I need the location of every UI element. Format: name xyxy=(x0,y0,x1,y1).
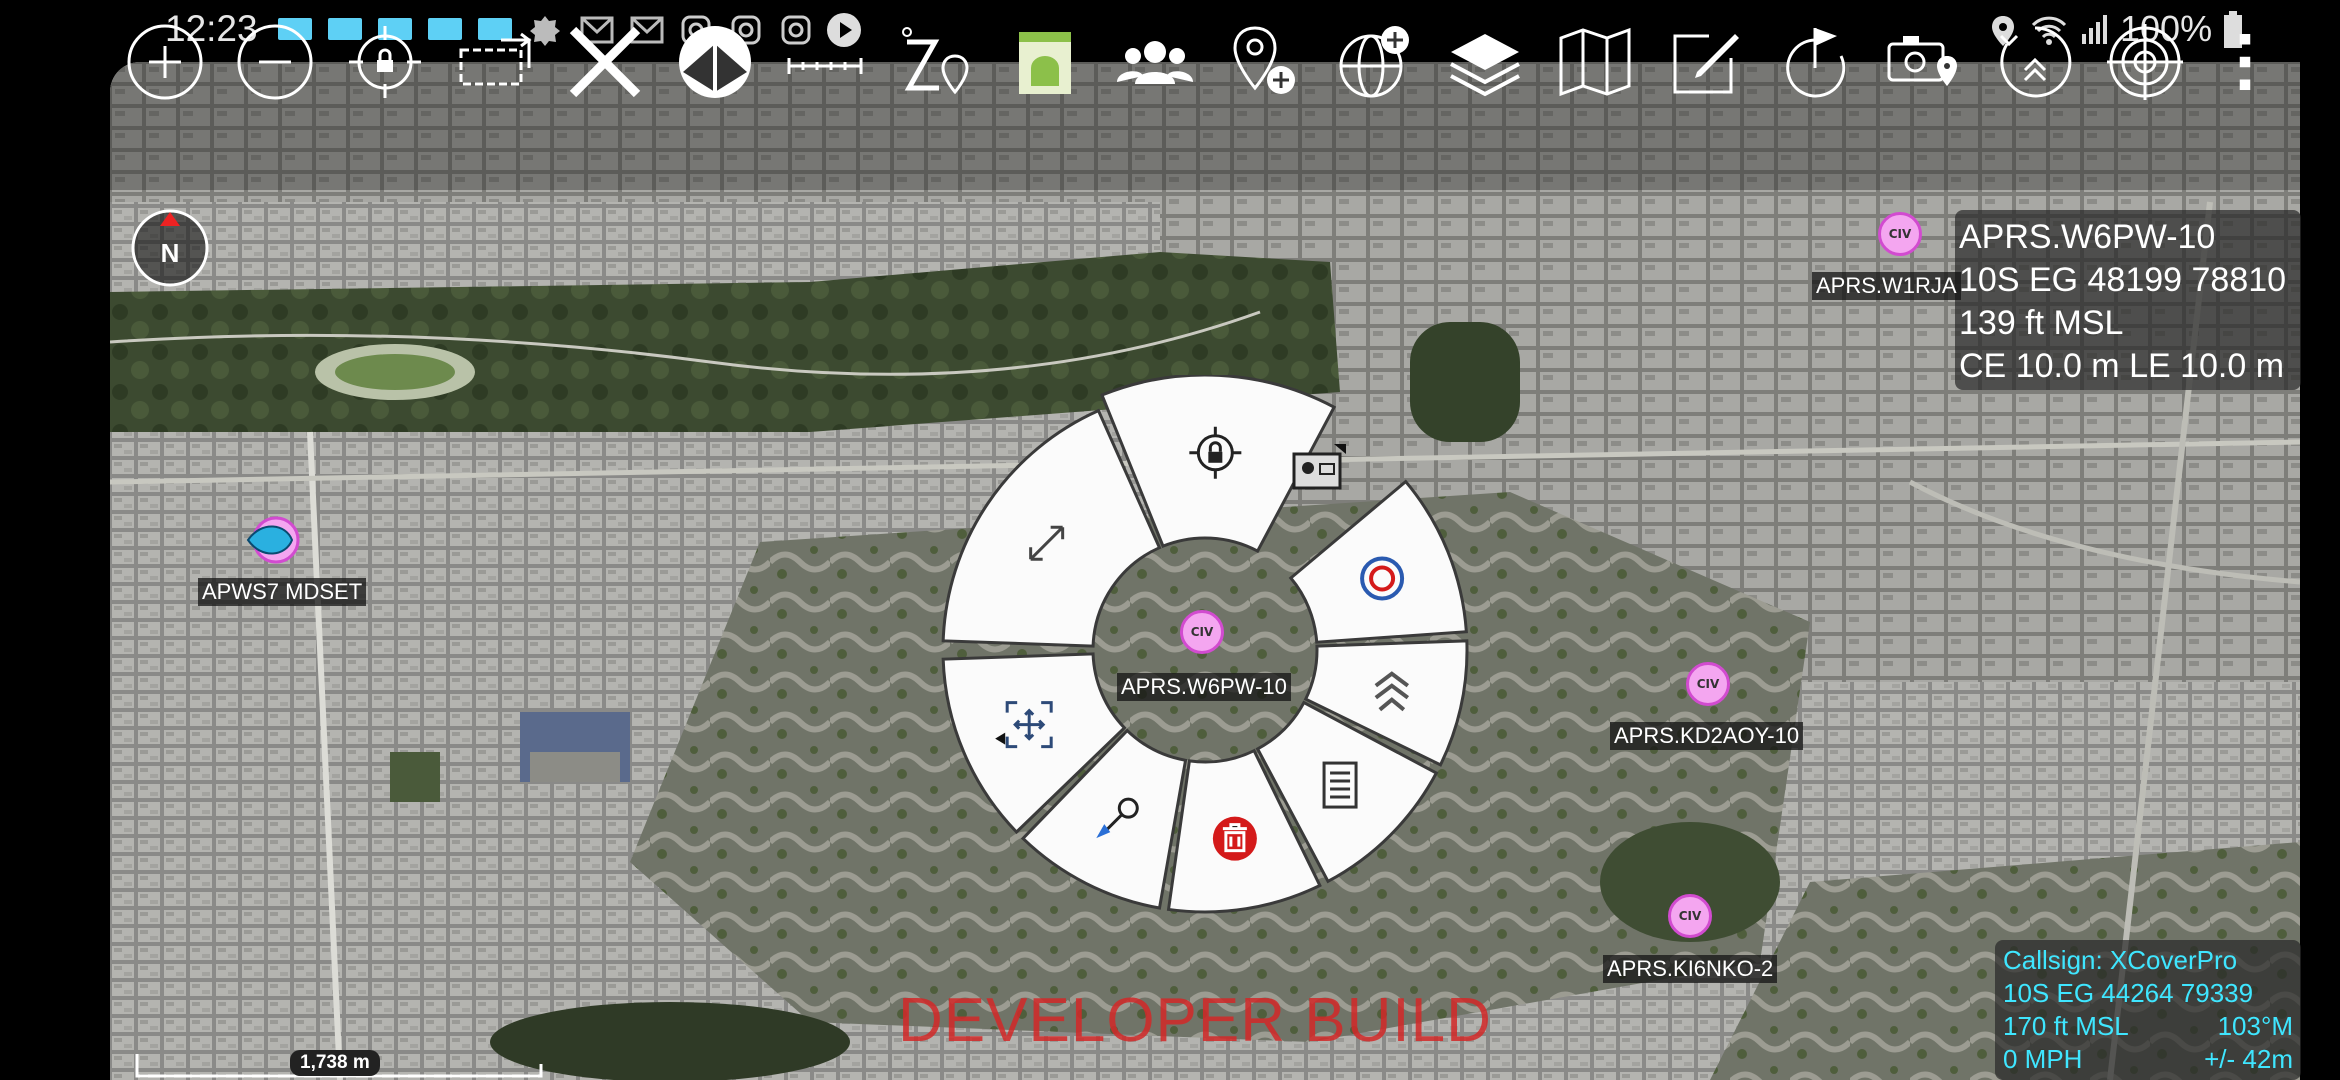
selected-altitude: 139 ft MSL xyxy=(1959,304,2124,342)
navigation-button[interactable] xyxy=(1993,20,2077,104)
selected-marker-label: APRS.W6PW-10 xyxy=(1117,673,1291,701)
selected-civ-marker[interactable]: CIV xyxy=(1180,610,1224,654)
route-button[interactable] xyxy=(1773,20,1857,104)
selected-info-panel: APRS.W6PW-10 10S EG 48199 78810 139 ft M… xyxy=(1955,210,2301,390)
marker-label: APRS.KI6NKO-2 xyxy=(1603,955,1778,983)
self-heading: 103°M xyxy=(2217,1011,2293,1041)
android-app-icon xyxy=(1019,32,1071,94)
more-vertical-icon xyxy=(2239,34,2251,90)
civ-marker[interactable]: CIV xyxy=(1668,894,1712,938)
selected-mgrs: 10S EG 48199 78810 xyxy=(1959,261,2287,299)
compass-icon: N xyxy=(131,209,209,287)
route-flag-icon xyxy=(1786,28,1846,98)
quickpic-button[interactable] xyxy=(673,20,757,104)
developer-build-watermark: DEVELOPER BUILD xyxy=(898,986,1492,1055)
people-icon xyxy=(1117,41,1193,84)
android-plugin-button[interactable] xyxy=(1003,20,1087,104)
layers-icon xyxy=(1450,34,1520,97)
self-info-panel: Callsign: XCoverPro 10S EG 44264 79339 1… xyxy=(1995,940,2301,1080)
tools-button[interactable] xyxy=(563,20,647,104)
self-callsign: Callsign: XCoverPro xyxy=(2003,945,2238,975)
contacts-button[interactable] xyxy=(1113,20,1197,104)
camera-location-button[interactable] xyxy=(1883,20,1967,104)
marker-label: APWS7 MDSET xyxy=(198,578,367,606)
globe-add-icon xyxy=(1339,26,1409,98)
map-pin-add-icon xyxy=(1233,26,1295,94)
globe-add-button[interactable] xyxy=(1333,20,1417,104)
self-marker[interactable] xyxy=(242,510,302,570)
civ-marker[interactable]: CIV xyxy=(1878,212,1922,256)
civ-marker[interactable]: CIV xyxy=(1686,662,1730,706)
self-mgrs: 10S EG 44264 79339 xyxy=(2003,978,2254,1008)
compass[interactable]: N xyxy=(130,208,210,288)
self-altitude: 170 ft MSL xyxy=(2003,1011,2129,1041)
marker-label: APRS.KD2AOY-10 xyxy=(1610,722,1804,750)
self-speed: 0 MPH xyxy=(2003,1044,2083,1074)
edit-icon xyxy=(1673,34,1739,94)
delete-icon xyxy=(1212,816,1257,861)
folded-map-icon xyxy=(1559,27,1631,97)
bloodhound-icon xyxy=(902,27,969,95)
dome-icon xyxy=(679,26,751,98)
ruler-icon xyxy=(787,58,863,74)
lock-crosshair-icon xyxy=(349,26,421,98)
add-point-button[interactable] xyxy=(1223,20,1307,104)
aircraft-icon xyxy=(246,516,300,564)
layers-button[interactable] xyxy=(1443,20,1527,104)
overlay-icon xyxy=(459,32,532,86)
overflow-menu-button[interactable] xyxy=(2210,20,2280,104)
marker-label: APRS.W1RJA xyxy=(1812,272,1961,300)
lock-self-button[interactable] xyxy=(343,20,427,104)
radial-menu[interactable]: CIV APRS.W6PW-10 xyxy=(930,373,1480,925)
target-button[interactable] xyxy=(2103,20,2187,104)
contact-card-icon xyxy=(1292,444,1346,490)
camera-pin-icon xyxy=(1887,36,1957,86)
zoom-in-button[interactable] xyxy=(123,20,207,104)
maps-button[interactable] xyxy=(1553,20,1637,104)
selected-accuracy: CE 10.0 m LE 10.0 m xyxy=(1959,347,2285,385)
toolbar xyxy=(110,62,2300,190)
scale-bar-label: 1,738 m xyxy=(290,1050,380,1076)
radial-segment-target[interactable] xyxy=(1288,479,1468,644)
edit-button[interactable] xyxy=(1663,20,1747,104)
selected-callsign: APRS.W6PW-10 xyxy=(1959,218,2216,256)
bloodhound-button[interactable] xyxy=(893,20,977,104)
zoom-out-button[interactable] xyxy=(233,20,317,104)
zoom-out-icon xyxy=(237,24,313,100)
map-object[interactable] xyxy=(1290,440,1348,498)
reticle-icon xyxy=(2107,24,2183,100)
compass-north-label: N xyxy=(161,238,180,268)
self-accuracy: +/- 42m xyxy=(2204,1044,2293,1074)
overlay-button[interactable] xyxy=(453,20,537,104)
nav-arrows-icon xyxy=(1999,26,2072,98)
zoom-in-icon xyxy=(127,24,203,100)
crossed-tools-icon xyxy=(569,26,641,98)
measure-button[interactable] xyxy=(783,20,867,104)
